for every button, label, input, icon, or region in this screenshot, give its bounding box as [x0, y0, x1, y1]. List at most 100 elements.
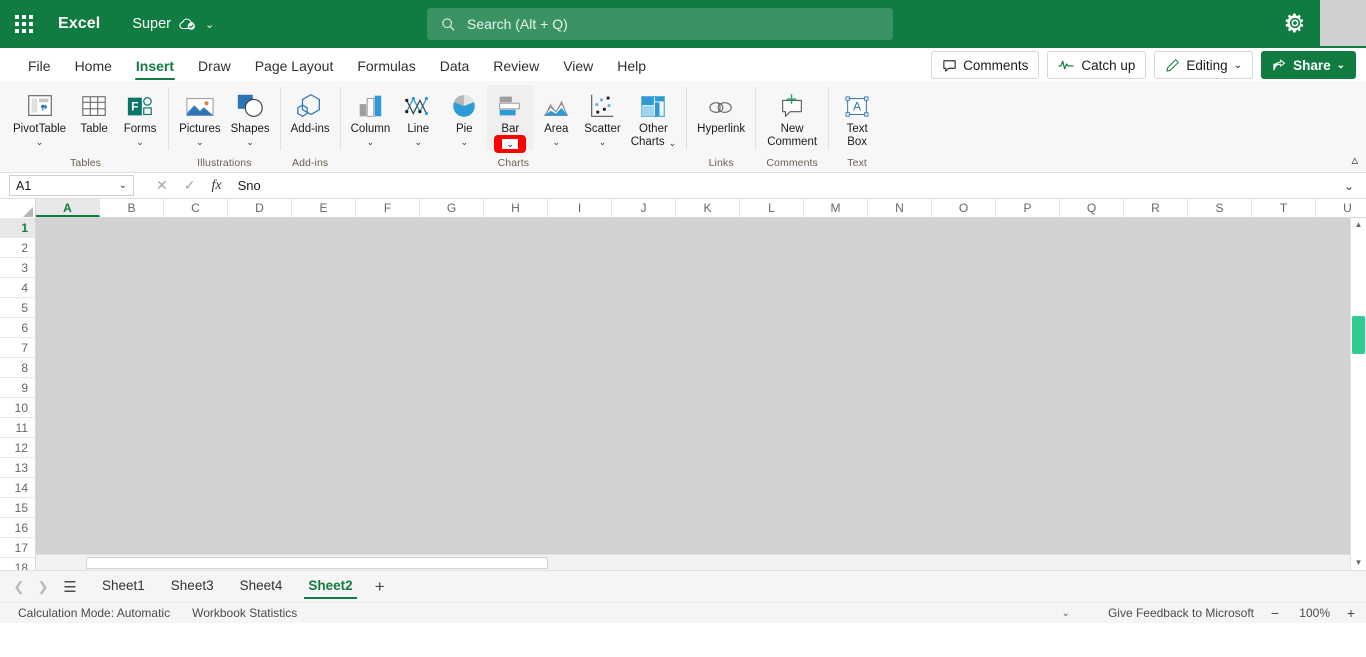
add-sheet-button[interactable]: + — [367, 575, 393, 599]
vertical-scroll-thumb[interactable] — [1352, 316, 1365, 354]
all-sheets-menu-button[interactable]: ☰ — [56, 575, 84, 599]
chevron-down-icon[interactable]: ⌄ — [36, 137, 44, 147]
workbook-statistics-status[interactable]: Workbook Statistics — [192, 606, 297, 620]
fx-icon[interactable]: fx — [211, 178, 221, 194]
column-header-U[interactable]: U — [1316, 199, 1366, 217]
column-header-H[interactable]: H — [484, 199, 548, 217]
zoom-level[interactable]: 100% — [1296, 606, 1330, 620]
search-input[interactable]: Search (Alt + Q) — [427, 8, 893, 40]
formula-input[interactable]: Sno — [238, 175, 1336, 196]
collapse-ribbon-button[interactable]: ▵ — [1351, 152, 1358, 168]
ribbon-item-line-chart[interactable]: Line ⌄ — [395, 85, 441, 147]
row-header-10[interactable]: 10 — [0, 398, 36, 418]
chevron-down-icon[interactable]: ⌄ — [460, 137, 468, 147]
row-header-7[interactable]: 7 — [0, 338, 36, 358]
row-header-3[interactable]: 3 — [0, 258, 36, 278]
row-header-17[interactable]: 17 — [0, 538, 36, 558]
catch-up-button[interactable]: Catch up — [1047, 51, 1147, 79]
sheet-tab-sheet3[interactable]: Sheet3 — [159, 574, 226, 599]
ribbon-item-shapes[interactable]: Shapes ⌄ — [226, 85, 275, 147]
ribbon-item-addins[interactable]: Add-ins — [286, 85, 335, 136]
give-feedback-link[interactable]: Give Feedback to Microsoft — [1108, 606, 1254, 620]
horizontal-scrollbar[interactable] — [36, 554, 1350, 570]
ribbon-item-pivottable[interactable]: PivotTable ⌄ — [8, 85, 71, 147]
column-header-G[interactable]: G — [420, 199, 484, 217]
column-header-I[interactable]: I — [548, 199, 612, 217]
zoom-out-button[interactable]: − — [1268, 605, 1282, 621]
tab-review[interactable]: Review — [481, 54, 551, 81]
cell-area[interactable] — [36, 218, 1366, 570]
tab-draw[interactable]: Draw — [186, 54, 243, 81]
row-header-18[interactable]: 18 — [0, 558, 36, 570]
tab-page-layout[interactable]: Page Layout — [243, 54, 346, 81]
chevron-down-icon[interactable]: ⌄ — [246, 137, 254, 147]
confirm-check-icon[interactable]: ✓ — [184, 177, 196, 194]
chevron-down-icon[interactable]: ⌄ — [669, 138, 677, 148]
row-header-6[interactable]: 6 — [0, 318, 36, 338]
row-header-5[interactable]: 5 — [0, 298, 36, 318]
ribbon-item-table[interactable]: Table — [71, 85, 117, 136]
ribbon-item-scatter-chart[interactable]: Scatter ⌄ — [579, 85, 625, 147]
column-header-R[interactable]: R — [1124, 199, 1188, 217]
column-header-J[interactable]: J — [612, 199, 676, 217]
ribbon-item-bar-chart[interactable]: Bar ⌄ — [487, 85, 534, 153]
ribbon-item-forms[interactable]: F Forms ⌄ — [117, 85, 163, 147]
tab-formulas[interactable]: Formulas — [345, 54, 427, 81]
calculation-mode-status[interactable]: Calculation Mode: Automatic — [18, 606, 170, 620]
status-chevron-icon[interactable]: ⌄ — [1062, 608, 1070, 619]
ribbon-item-hyperlink[interactable]: Hyperlink — [692, 85, 750, 136]
column-header-Q[interactable]: Q — [1060, 199, 1124, 217]
column-header-F[interactable]: F — [356, 199, 420, 217]
app-launcher-button[interactable] — [4, 4, 44, 44]
column-header-L[interactable]: L — [740, 199, 804, 217]
horizontal-scroll-thumb[interactable] — [86, 556, 548, 569]
cancel-x-icon[interactable]: ✕ — [156, 177, 168, 194]
column-header-N[interactable]: N — [868, 199, 932, 217]
settings-button[interactable] — [1284, 12, 1308, 36]
sheet-tab-sheet4[interactable]: Sheet4 — [228, 574, 295, 599]
column-header-P[interactable]: P — [996, 199, 1060, 217]
document-name-button[interactable]: Super ⌄ — [132, 16, 214, 32]
bar-chart-dropdown-highlight[interactable]: ⌄ — [494, 135, 526, 153]
tab-insert[interactable]: Insert — [124, 54, 186, 81]
select-all-button[interactable] — [0, 199, 36, 218]
column-header-D[interactable]: D — [228, 199, 292, 217]
chevron-down-icon[interactable]: ⌄ — [119, 180, 127, 191]
column-header-E[interactable]: E — [292, 199, 356, 217]
row-header-12[interactable]: 12 — [0, 438, 36, 458]
column-header-B[interactable]: B — [100, 199, 164, 217]
row-header-2[interactable]: 2 — [0, 238, 36, 258]
sheet-tab-sheet2[interactable]: Sheet2 — [296, 574, 364, 599]
ribbon-item-column-chart[interactable]: Column ⌄ — [346, 85, 396, 147]
editing-button[interactable]: Editing ⌄ — [1154, 51, 1254, 79]
ribbon-item-new-comment[interactable]: New Comment — [761, 85, 823, 149]
ribbon-item-pictures[interactable]: Pictures ⌄ — [174, 85, 226, 147]
sheet-tab-sheet1[interactable]: Sheet1 — [90, 574, 157, 599]
chevron-down-icon[interactable]: ⌄ — [502, 139, 519, 149]
tab-help[interactable]: Help — [605, 54, 658, 81]
row-header-13[interactable]: 13 — [0, 458, 36, 478]
vertical-scrollbar[interactable]: ▲ ▼ — [1350, 218, 1366, 570]
tab-view[interactable]: View — [551, 54, 605, 81]
row-header-14[interactable]: 14 — [0, 478, 36, 498]
column-header-K[interactable]: K — [676, 199, 740, 217]
tab-file[interactable]: File — [16, 54, 63, 81]
scroll-up-arrow[interactable]: ▲ — [1355, 218, 1363, 232]
share-button[interactable]: Share ⌄ — [1261, 51, 1356, 79]
row-header-11[interactable]: 11 — [0, 418, 36, 438]
chevron-down-icon[interactable]: ⌄ — [196, 137, 204, 147]
scroll-down-arrow[interactable]: ▼ — [1355, 556, 1363, 570]
row-header-8[interactable]: 8 — [0, 358, 36, 378]
next-sheet-button[interactable]: ❯ — [32, 575, 54, 599]
zoom-in-button[interactable]: + — [1344, 605, 1358, 621]
ribbon-item-other-charts[interactable]: Other Charts ⌄ — [626, 85, 681, 149]
ribbon-item-text-box[interactable]: A Text Box — [834, 85, 880, 149]
comments-button[interactable]: Comments — [931, 51, 1040, 79]
tab-data[interactable]: Data — [428, 54, 482, 81]
chevron-down-icon[interactable]: ⌄ — [552, 137, 560, 147]
chevron-down-icon[interactable]: ⌄ — [136, 137, 144, 147]
row-header-15[interactable]: 15 — [0, 498, 36, 518]
column-header-T[interactable]: T — [1252, 199, 1316, 217]
row-header-4[interactable]: 4 — [0, 278, 36, 298]
chevron-down-icon[interactable]: ⌄ — [599, 137, 607, 147]
